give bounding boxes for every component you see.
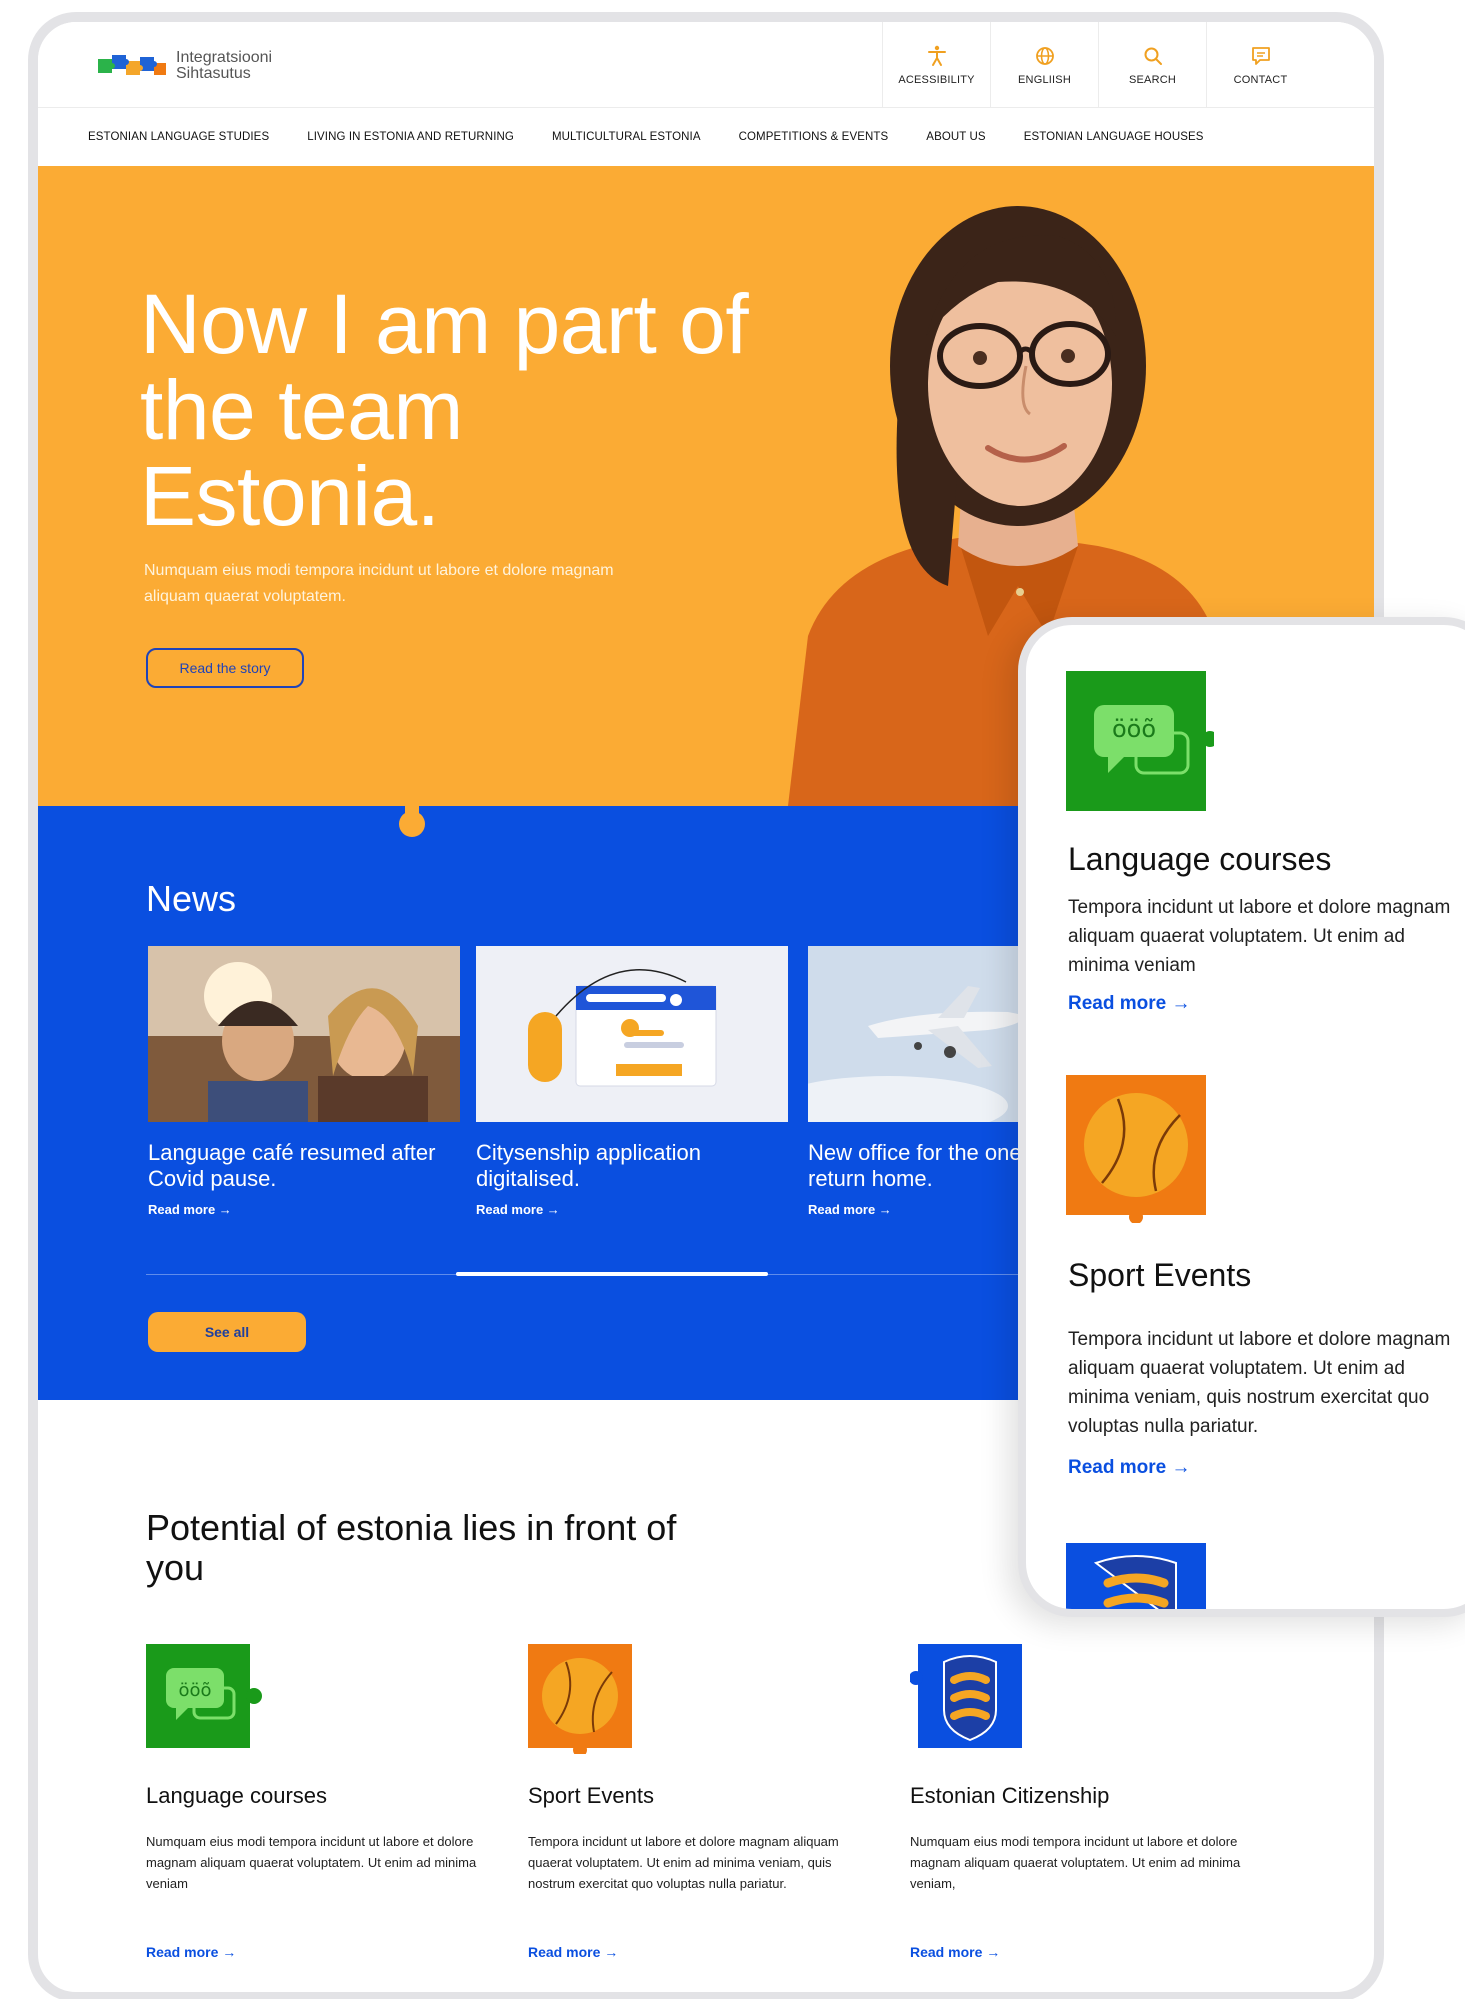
- potential-section-title: Potential of estonia lies in front of yo…: [146, 1507, 677, 1588]
- speech-bubbles-icon: ööõ: [1066, 671, 1214, 811]
- news-title: News: [146, 878, 237, 919]
- main-nav: ESTONIAN LANGUAGE STUDIES LIVING IN ESTO…: [38, 108, 1374, 166]
- nav-estonian-language-houses[interactable]: ESTONIAN LANGUAGE HOUSES: [1024, 131, 1204, 143]
- contact-label: CONTACT: [1233, 74, 1288, 86]
- nav-multicultural-estonia[interactable]: MULTICULTURAL ESTONIA: [552, 131, 701, 143]
- feature-description: Numquam eius modi tempora incidunt ut la…: [910, 1834, 1241, 1891]
- language-label: ENGLIISH: [1018, 74, 1071, 86]
- nav-competitions-events[interactable]: COMPETITIONS & EVENTS: [739, 131, 889, 143]
- nav-living-in-estonia[interactable]: LIVING IN ESTONIA AND RETURNING: [307, 131, 514, 143]
- mobile-read-more-link[interactable]: Read more →: [1068, 993, 1190, 1015]
- mobile-device-frame: ööõ Language courses Tempora incidunt ut…: [1018, 617, 1465, 1617]
- search-label: SEARCH: [1128, 74, 1177, 86]
- coat-of-arms-icon: [909, 1644, 1022, 1748]
- feature-read-more-link[interactable]: Read more →: [528, 1944, 618, 1960]
- top-header: Integratsiooni Sihtasutus ACESSIBILITY E…: [38, 22, 1374, 108]
- ball-icon: [528, 1644, 632, 1757]
- news-read-more-link[interactable]: Read more →: [476, 1202, 788, 1217]
- mobile-read-more-link[interactable]: Read more →: [1068, 1457, 1190, 1479]
- accessibility-label: ACESSIBILITY: [898, 74, 975, 86]
- site-logo[interactable]: Integratsiooni Sihtasutus: [96, 50, 272, 82]
- feature-description: Tempora incidunt ut labore et dolore mag…: [528, 1834, 839, 1891]
- speech-bubbles-icon: ööõ: [146, 1644, 262, 1748]
- mobile-card-description: Tempora incidunt ut labore et dolore mag…: [1068, 897, 1451, 976]
- svg-text:ööõ: ööõ: [1112, 715, 1156, 743]
- puzzle-logo-icon: [98, 55, 166, 75]
- mobile-card-title: Sport Events: [1068, 1257, 1252, 1293]
- news-image-language-cafe: [148, 946, 460, 1122]
- globe-icon: [1035, 47, 1054, 65]
- carousel-scrollbar-thumb[interactable]: [456, 1272, 768, 1276]
- news-image-citizenship-application: [476, 946, 788, 1122]
- feature-card: ööõ Language courses Numquam eius modi t…: [146, 1644, 486, 1894]
- news-card[interactable]: Language café resumed after Covid pause.…: [148, 946, 460, 1217]
- see-all-button[interactable]: See all: [148, 1312, 306, 1352]
- feature-description: Numquam eius modi tempora incidunt ut la…: [146, 1834, 477, 1891]
- utility-nav: ACESSIBILITY ENGLIISH SEARCH CONTACT: [882, 22, 1314, 108]
- feature-card: Sport Events Tempora incidunt ut labore …: [528, 1644, 868, 1894]
- mobile-card-title: Language courses: [1068, 841, 1332, 877]
- feature-title: Estonian Citizenship: [910, 1783, 1110, 1808]
- chat-icon: [1251, 47, 1270, 65]
- hero-title: Now I am part of the team Estonia.: [140, 277, 749, 543]
- hero-subtitle: Numquam eius modi tempora incidunt ut la…: [144, 562, 614, 605]
- feature-read-more-link[interactable]: Read more →: [910, 1944, 1000, 1960]
- news-headline: Citysenship application digitalised.: [476, 1140, 702, 1191]
- nav-estonian-language-studies[interactable]: ESTONIAN LANGUAGE STUDIES: [88, 131, 269, 143]
- search-icon: [1144, 47, 1162, 65]
- language-button[interactable]: ENGLIISH: [990, 22, 1098, 108]
- news-card[interactable]: Citysenship application digitalised. Rea…: [476, 946, 788, 1217]
- svg-text:ööõ: ööõ: [178, 1680, 211, 1701]
- logo-line-2: Sihtasutus: [176, 65, 251, 82]
- mobile-card-description: Tempora incidunt ut labore et dolore mag…: [1068, 1329, 1451, 1437]
- contact-button[interactable]: CONTACT: [1206, 22, 1314, 108]
- feature-title: Sport Events: [528, 1783, 654, 1808]
- coat-of-arms-icon: [1066, 1543, 1206, 1609]
- feature-read-more-link[interactable]: Read more →: [146, 1944, 236, 1960]
- ball-icon: [1066, 1075, 1206, 1223]
- feature-card: Estonian Citizenship Numquam eius modi t…: [909, 1644, 1250, 1894]
- read-the-story-button[interactable]: Read the story: [146, 648, 304, 688]
- nav-about-us[interactable]: ABOUT US: [926, 131, 985, 143]
- logo-line-1: Integratsiooni: [176, 49, 273, 66]
- feature-title: Language courses: [146, 1783, 328, 1808]
- accessibility-button[interactable]: ACESSIBILITY: [882, 22, 990, 108]
- news-read-more-link[interactable]: Read more →: [148, 1202, 460, 1217]
- news-headline: Language café resumed after Covid pause.: [148, 1140, 436, 1191]
- puzzle-knob-icon: [399, 802, 425, 837]
- search-button[interactable]: SEARCH: [1098, 22, 1206, 108]
- accessibility-icon: [927, 45, 946, 66]
